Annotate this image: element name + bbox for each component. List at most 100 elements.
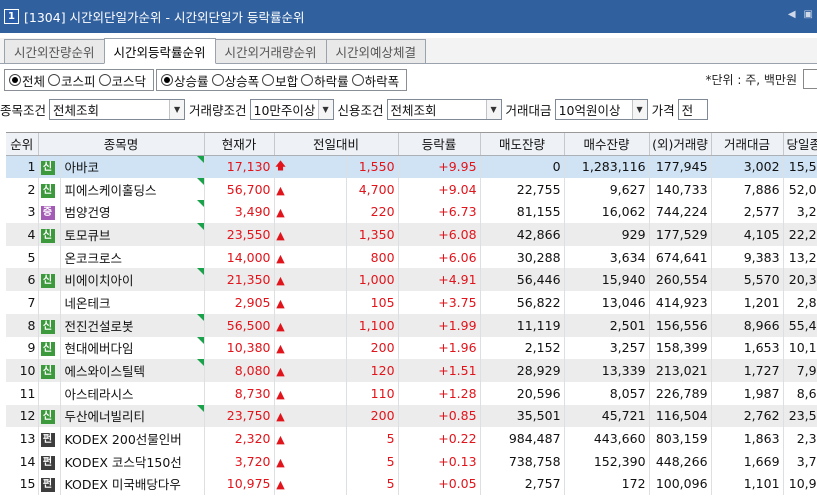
table-row[interactable]: 6 신 비에이치아이 21,350 ▲ 1,000 +4.91 56,446 15,940 260… [6, 268, 817, 292]
change-arrow-cell: ▲ [274, 200, 347, 224]
column-header[interactable]: 종목명 [38, 133, 205, 156]
radio-icon[interactable] [351, 74, 364, 86]
table-row[interactable]: 1 신 아바코 17,130 🡅 1,550 +9.95 0 1,283,116 177,945 3… [6, 155, 817, 178]
radio-icon[interactable] [98, 74, 111, 86]
stock-name[interactable]: 피에스케이홀딩스 [60, 177, 205, 201]
unit-box[interactable] [803, 69, 817, 89]
tab-2[interactable]: 시간외등락률순위 [103, 38, 216, 64]
table-row[interactable]: 3 증 범양건영 3,490 ▲ 220 +6.73 81,155 16,062 744,224 2… [6, 200, 817, 224]
stock-name-text: KODEX 미국배당다우 [64, 477, 181, 493]
trade-amount-value: 10억원이상 [558, 103, 621, 118]
tab-3[interactable]: 시간외거래량순위 [214, 39, 327, 63]
column-header[interactable]: 등락률 [398, 133, 481, 156]
table-row[interactable]: 7 네온테크 2,905 ▲ 105 +3.75 56,822 13,046 414,923 1,… [6, 291, 817, 314]
volume-condition-select[interactable]: 10만주이상 ▼ [249, 99, 334, 120]
flag-icon [196, 223, 204, 231]
stock-name[interactable]: 토모큐브 [60, 223, 205, 246]
rank-cell: 4 [6, 223, 39, 246]
current-price: 8,080 [204, 359, 275, 382]
table-row[interactable]: 15 펀 KODEX 미국배당다우 10,975 ▲ 5 +0.05 2,757 172 100,… [6, 472, 817, 496]
sort_options-option-3[interactable]: 보합 [262, 71, 298, 90]
stock-type-badge: 펀 [40, 455, 55, 470]
table-row[interactable]: 4 신 토모큐브 23,550 ▲ 1,350 +6.08 42,866 929 177,529 4… [6, 223, 817, 246]
tab-4[interactable]: 시간외예상체결 [325, 39, 427, 63]
change-value: 200 [346, 404, 399, 428]
stock-name[interactable]: KODEX 200선물인버 [60, 427, 205, 450]
stock-type-badge: 신 [40, 183, 55, 198]
stock-name[interactable]: 전진건설로봇 [60, 313, 205, 337]
credit-condition-select[interactable]: 전체조회 ▼ [386, 99, 502, 120]
stock-name[interactable]: 아스테라시스 [60, 381, 205, 405]
change-rate: +0.85 [398, 404, 481, 428]
price-select[interactable]: 전 [677, 99, 708, 120]
table-row[interactable]: 14 펀 KODEX 코스닥150선 3,720 ▲ 5 +0.13 738,758 152,3… [6, 449, 817, 473]
stock-name[interactable]: 에스와이스틸텍 [60, 359, 205, 382]
column-header[interactable]: 전일대비 [274, 133, 399, 156]
stock-name[interactable]: 범양건영 [60, 200, 205, 224]
sort_options-option-label: 하락폭 [364, 73, 400, 89]
stock-condition-select[interactable]: 전체조회 ▼ [49, 99, 186, 120]
market_options-option-3[interactable]: 코스닥 [98, 71, 146, 90]
column-header[interactable]: 매도잔량 [480, 133, 565, 156]
stock-name[interactable]: 네온테크 [60, 291, 205, 314]
stock-name[interactable]: 두산에너빌리티 [60, 404, 205, 428]
change-value: 5 [346, 449, 399, 473]
badge-cell: 신 [38, 359, 61, 382]
table-row[interactable]: 8 신 전진건설로봇 56,500 ▲ 1,100 +1.99 11,119 2,501 156,… [6, 313, 817, 337]
table-row[interactable]: 10 신 에스와이스틸텍 8,080 ▲ 120 +1.51 28,929 13,339 213,… [6, 359, 817, 382]
trade-amount-select[interactable]: 10억원이상 ▼ [554, 99, 648, 120]
sort_options-option-4[interactable]: 하락률 [301, 71, 349, 90]
volume-cell: 448,266 [649, 449, 712, 473]
radio-icon[interactable] [161, 74, 174, 86]
tab-1[interactable]: 시간외잔량순위 [4, 39, 105, 63]
stock-name-text: KODEX 200선물인버 [64, 432, 182, 448]
badge-cell: 신 [38, 404, 61, 428]
table-row[interactable]: 11 아스테라시스 8,730 ▲ 110 +1.28 20,596 8,057 226,789… [6, 381, 817, 405]
radio-icon[interactable] [9, 74, 21, 86]
buy-remain-cell: 152,390 [564, 449, 650, 473]
stock-name[interactable]: KODEX 코스닥150선 [60, 449, 205, 473]
table-row[interactable]: 2 신 피에스케이홀딩스 56,700 ▲ 4,700 +9.04 22,755 9,627 14… [6, 177, 817, 201]
stock-name[interactable]: 아바코 [60, 155, 205, 178]
column-header[interactable]: 현재가 [204, 133, 275, 156]
chevron-down-icon[interactable]: ▼ [317, 100, 333, 119]
table-row[interactable]: 5 온코크로스 14,000 ▲ 800 +6.06 30,288 3,634 674,641 9… [6, 245, 817, 269]
column-header[interactable]: (외)거래량 [649, 133, 712, 156]
column-header[interactable]: 매수잔량 [564, 133, 650, 156]
change-rate: +0.13 [398, 449, 481, 473]
menu-icon[interactable]: ▣ [804, 9, 813, 20]
change-arrow-cell: ▲ [274, 336, 347, 360]
market_options-option-2[interactable]: 코스피 [48, 71, 96, 90]
volume-cell: 674,641 [649, 245, 712, 269]
sort_options-option-2[interactable]: 상승폭 [211, 71, 259, 90]
rank-cell: 5 [6, 245, 39, 269]
stock-name[interactable]: 현대에버다임 [60, 336, 205, 360]
change-value: 110 [346, 381, 399, 405]
window-title: [1304] 시간외단일가순위 - 시간외단일가 등락률순위 [24, 10, 305, 25]
market_options-option-1[interactable]: 전체 [9, 71, 45, 90]
chevron-down-icon[interactable]: ▼ [485, 100, 501, 119]
sort_options-option-1[interactable]: 상승률 [161, 71, 209, 90]
collapse-icon[interactable]: ◀ [788, 9, 796, 20]
sort_options-option-5[interactable]: 하락폭 [351, 71, 400, 90]
table-row[interactable]: 9 신 현대에버다임 10,380 ▲ 200 +1.96 2,152 3,257 158,399… [6, 336, 817, 360]
radio-icon[interactable] [211, 74, 224, 86]
stock-name[interactable]: 온코크로스 [60, 245, 205, 269]
chevron-down-icon[interactable]: ▼ [169, 100, 185, 119]
badge-cell: 펀 [38, 449, 61, 473]
stock-type-badge: 펀 [40, 433, 55, 448]
table-row[interactable]: 12 신 두산에너빌리티 23,750 ▲ 200 +0.85 35,501 45,721 116… [6, 404, 817, 428]
column-header[interactable]: 당일종가 [783, 133, 817, 156]
chevron-down-icon[interactable]: ▼ [631, 100, 647, 119]
column-header[interactable]: 거래대금 [711, 133, 784, 156]
flag-icon [196, 200, 204, 208]
change-rate: +9.95 [398, 155, 481, 178]
stock-name[interactable]: KODEX 미국배당다우 [60, 472, 205, 496]
change-value: 5 [346, 427, 399, 450]
table-row[interactable]: 13 펀 KODEX 200선물인버 2,320 ▲ 5 +0.22 984,487 443,6… [6, 427, 817, 450]
radio-icon[interactable] [301, 74, 314, 86]
column-header[interactable]: 순위 [6, 133, 39, 156]
radio-icon[interactable] [262, 74, 275, 86]
radio-icon[interactable] [48, 74, 61, 86]
stock-name[interactable]: 비에이치아이 [60, 268, 205, 292]
